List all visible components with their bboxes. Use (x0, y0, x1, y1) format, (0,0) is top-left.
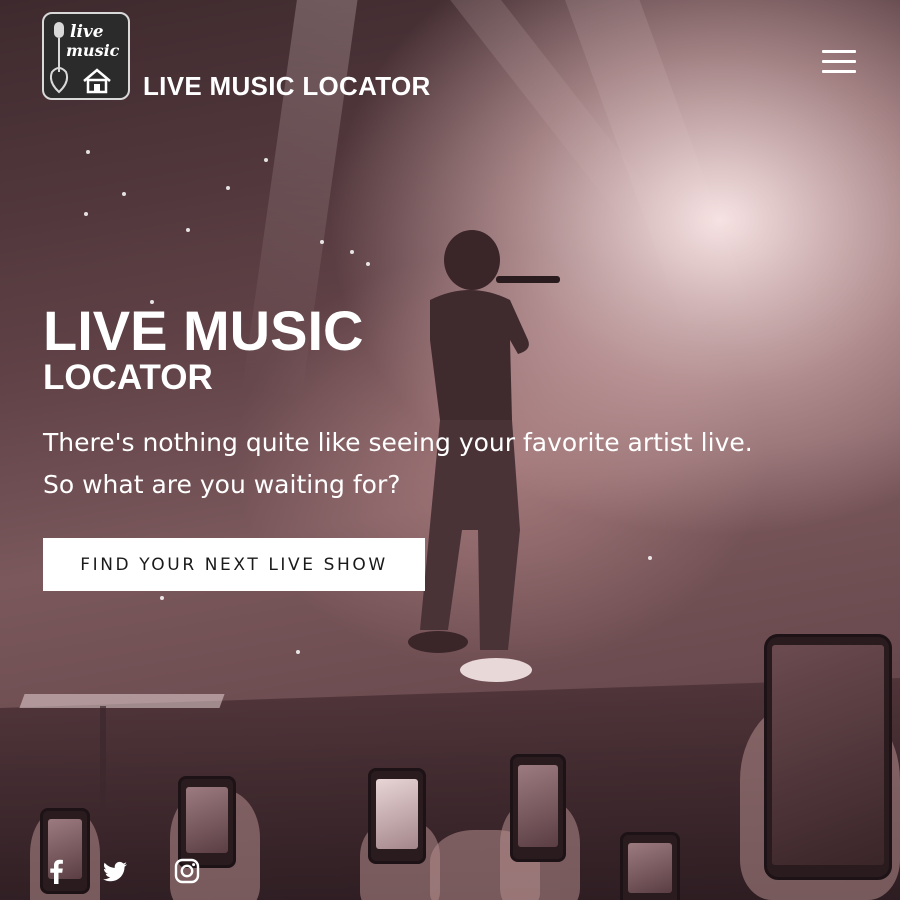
logo-text-live: live (70, 22, 104, 42)
hero-title-secondary: LOCATOR (43, 358, 213, 397)
house-icon (83, 68, 111, 94)
hamburger-menu-icon[interactable] (820, 48, 860, 78)
brand-title[interactable]: LIVE MUSIC LOCATOR (143, 71, 431, 102)
site-header: live music LIVE MUSIC LOCATOR (42, 12, 860, 102)
instagram-icon[interactable] (172, 856, 202, 886)
hero-subtitle: There's nothing quite like seeing your f… (43, 422, 863, 506)
site-logo[interactable]: live music (42, 12, 130, 100)
logo-text-music: music (66, 41, 120, 60)
hero-section: live music LIVE MUSIC LOCATOR LIVE MUSIC… (0, 0, 900, 900)
facebook-icon[interactable] (42, 856, 72, 886)
twitter-icon[interactable] (100, 856, 130, 886)
find-next-show-button[interactable]: FIND YOUR NEXT LIVE SHOW (43, 538, 425, 591)
hero-title: LIVE MUSIC (43, 299, 364, 362)
hero-subtitle-line-2: So what are you waiting for? (43, 470, 401, 499)
hero-subtitle-line-1: There's nothing quite like seeing your f… (43, 428, 753, 457)
